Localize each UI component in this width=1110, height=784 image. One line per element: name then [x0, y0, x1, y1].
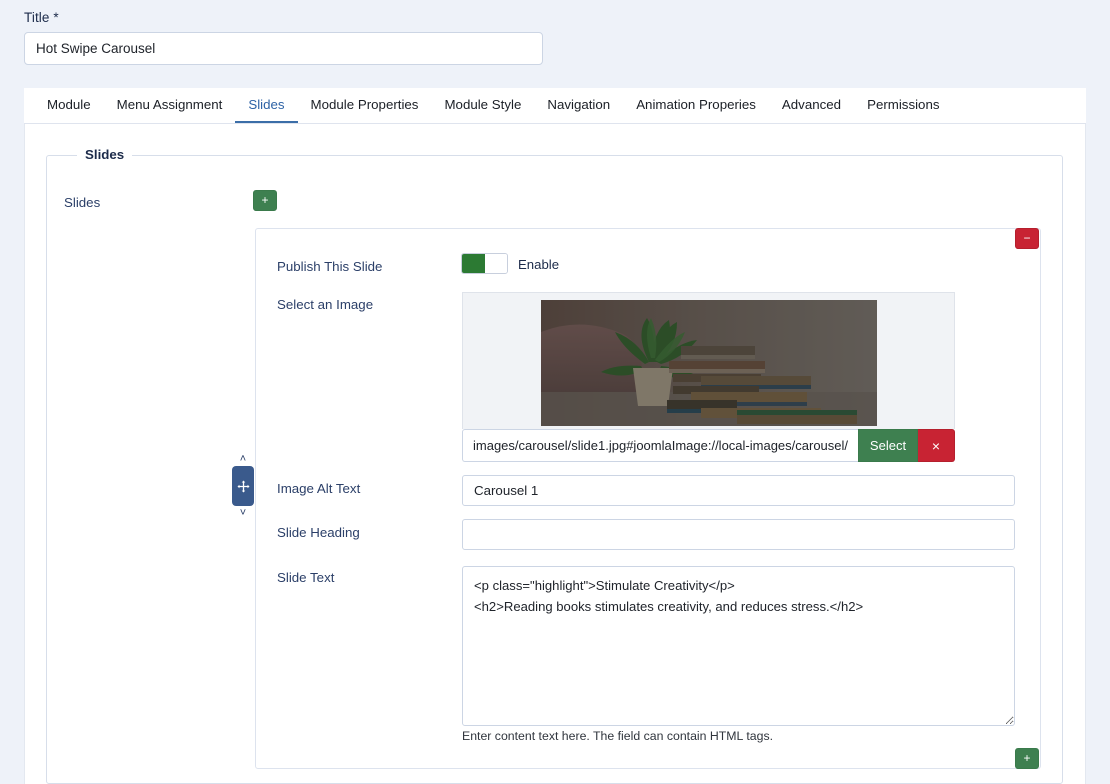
tab-advanced[interactable]: Advanced — [769, 88, 854, 123]
add-slide-button-bottom[interactable]: + — [1015, 748, 1039, 769]
tab-animation-properies[interactable]: Animation Properies — [623, 88, 769, 123]
slide-reorder-control: ˄ ˅ — [232, 452, 254, 520]
module-edit-page: Title * Module Menu Assignment Slides Mo… — [0, 0, 1110, 784]
slide-text-textarea[interactable]: <p class="highlight">Stimulate Creativit… — [462, 566, 1015, 726]
toggle-off-segment — [484, 254, 507, 273]
move-up-icon[interactable]: ˄ — [232, 452, 254, 466]
slide-heading-input[interactable] — [462, 519, 1015, 550]
title-input[interactable] — [24, 32, 543, 65]
image-alt-text-label: Image Alt Text — [277, 481, 361, 496]
image-preview-thumbnail — [540, 300, 877, 426]
slides-repeatable-label: Slides — [64, 195, 101, 210]
image-path-input[interactable] — [462, 429, 858, 462]
image-path-row: Select × — [462, 429, 955, 462]
slide-heading-label: Slide Heading — [277, 525, 360, 540]
tab-module-properties[interactable]: Module Properties — [298, 88, 432, 123]
drag-handle-icon[interactable] — [232, 466, 254, 506]
tab-navigation[interactable]: Navigation — [534, 88, 623, 123]
image-preview-box — [462, 292, 955, 429]
tab-menu-assignment[interactable]: Menu Assignment — [104, 88, 236, 123]
slides-fieldset-legend: Slides — [77, 147, 133, 162]
select-an-image-label: Select an Image — [277, 297, 374, 312]
slide-text-help: Enter content text here. The field can c… — [462, 729, 774, 743]
tab-bar: Module Menu Assignment Slides Module Pro… — [24, 88, 1086, 124]
tab-module-style[interactable]: Module Style — [431, 88, 534, 123]
title-label: Title * — [24, 10, 59, 25]
publish-toggle-state-label: Enable — [518, 257, 560, 272]
tab-permissions[interactable]: Permissions — [854, 88, 952, 123]
remove-slide-button[interactable]: − — [1015, 228, 1039, 249]
tab-module[interactable]: Module — [34, 88, 104, 123]
toggle-on-segment — [462, 254, 485, 273]
select-image-button[interactable]: Select — [858, 429, 918, 462]
title-field-group: Title * — [24, 10, 544, 65]
clear-image-button[interactable]: × — [918, 429, 955, 462]
slide-text-label: Slide Text — [277, 570, 335, 585]
publish-toggle[interactable] — [461, 253, 508, 274]
image-alt-text-input[interactable] — [462, 475, 1015, 506]
publish-this-slide-label: Publish This Slide — [277, 259, 383, 274]
add-slide-button-top[interactable]: + — [253, 190, 277, 211]
move-down-icon[interactable]: ˅ — [232, 506, 254, 520]
tab-slides[interactable]: Slides — [235, 88, 298, 123]
